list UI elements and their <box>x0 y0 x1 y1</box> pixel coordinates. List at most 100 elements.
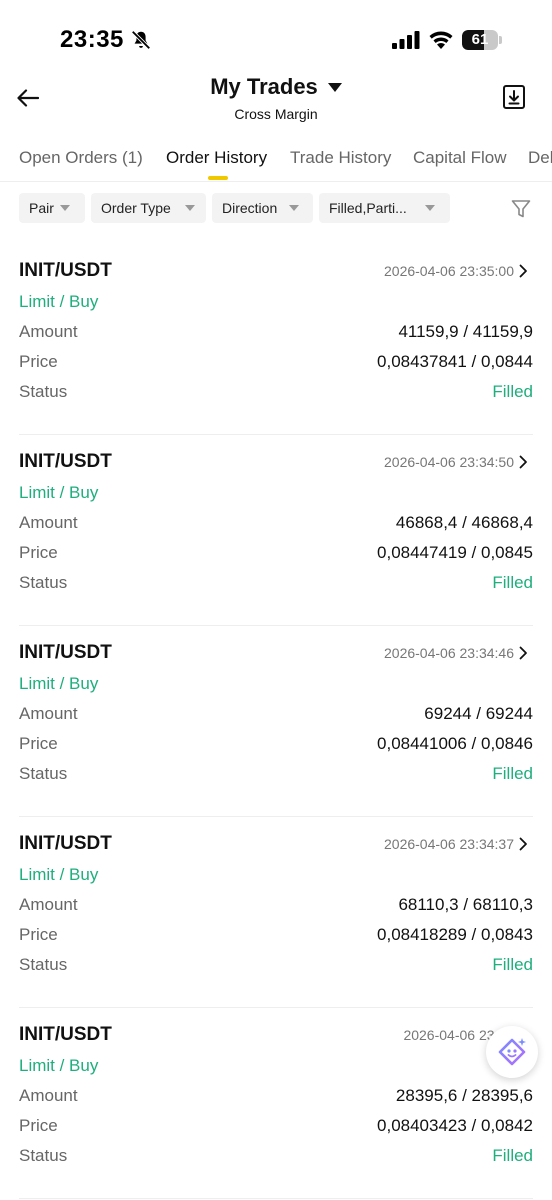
order-card[interactable]: INIT/USDT 2026-04-06 23:35:00 Limit / Bu… <box>0 244 552 435</box>
amount-label: Amount <box>19 322 78 341</box>
order-list: INIT/USDT 2026-04-06 23:35:00 Limit / Bu… <box>0 244 552 1199</box>
order-time: 2026-04-06 23:34:37 <box>384 836 514 852</box>
amount-label: Amount <box>19 704 78 723</box>
status-row: Status Filled <box>19 573 533 595</box>
order-pair: INIT/USDT <box>19 833 112 854</box>
order-type: Limit / Buy <box>19 483 99 502</box>
amount-row: Amount 28395,6 / 28395,6 <box>19 1086 533 1108</box>
price-value: 0,08447419 / 0,0845 <box>377 543 533 562</box>
tab-order-history[interactable]: Order History <box>166 148 267 168</box>
bell-muted-icon <box>131 30 151 50</box>
amount-value: 28395,6 / 28395,6 <box>395 1086 533 1105</box>
status-value: Filled <box>492 573 533 592</box>
divider <box>19 1198 533 1199</box>
order-type: Limit / Buy <box>19 292 99 311</box>
tab-bar: Open Orders (1) Order History Trade Hist… <box>0 140 552 182</box>
filter-order-type[interactable]: Order Type <box>91 193 206 223</box>
price-label: Price <box>19 734 58 753</box>
tab-trade-history[interactable]: Trade History <box>290 148 391 168</box>
order-pair: INIT/USDT <box>19 1024 112 1045</box>
chevron-right-icon <box>519 837 527 851</box>
amount-label: Amount <box>19 1086 78 1105</box>
battery-nub <box>499 36 502 44</box>
status-label: Status <box>19 1146 68 1165</box>
price-label: Price <box>19 352 58 371</box>
order-pair: INIT/USDT <box>19 451 112 472</box>
active-tab-indicator <box>208 176 228 180</box>
tab-more[interactable]: Del <box>528 148 552 168</box>
amount-value: 69244 / 69244 <box>424 704 533 723</box>
tab-open-orders[interactable]: Open Orders (1) <box>19 148 143 168</box>
filter-status-label: Filled,Parti... <box>329 200 407 216</box>
amount-label: Amount <box>19 513 78 532</box>
order-card[interactable]: INIT/USDT 2026-04-06 23:34:37 Limit / Bu… <box>0 817 552 1008</box>
battery-body: 61 <box>462 30 498 50</box>
status-value: Filled <box>492 382 533 401</box>
order-card[interactable]: INIT/USDT 2026-04-06 23:34:46 Limit / Bu… <box>0 626 552 817</box>
funnel-icon[interactable] <box>510 198 532 220</box>
download-button[interactable] <box>502 84 526 110</box>
order-type: Limit / Buy <box>19 865 99 884</box>
status-label: Status <box>19 764 68 783</box>
price-row: Price 0,08418289 / 0,0843 <box>19 925 533 947</box>
wifi-icon <box>429 31 453 49</box>
status-value: Filled <box>492 955 533 974</box>
amount-value: 46868,4 / 46868,4 <box>395 513 533 532</box>
amount-label: Amount <box>19 895 78 914</box>
page-subtitle: Cross Margin <box>234 106 318 122</box>
filter-status[interactable]: Filled,Parti... <box>319 193 450 223</box>
amount-row: Amount 68110,3 / 68110,3 <box>19 895 533 917</box>
status-row: Status Filled <box>19 764 533 786</box>
assistant-bot-icon <box>498 1038 526 1066</box>
filter-direction[interactable]: Direction <box>212 193 313 223</box>
order-type: Limit / Buy <box>19 1056 99 1075</box>
amount-value: 68110,3 / 68110,3 <box>398 895 533 914</box>
battery-indicator: 61 <box>462 30 502 50</box>
order-time: 2026-04-06 23:34:46 <box>384 645 514 661</box>
caret-down-icon <box>425 205 435 211</box>
status-row: Status Filled <box>19 955 533 977</box>
status-row: Status Filled <box>19 382 533 404</box>
tab-capital-flow[interactable]: Capital Flow <box>413 148 507 168</box>
caret-down-icon <box>60 205 70 211</box>
status-bar: 23:35 61 <box>0 0 552 80</box>
order-pair: INIT/USDT <box>19 642 112 663</box>
amount-row: Amount 41159,9 / 41159,9 <box>19 322 533 344</box>
order-card[interactable]: INIT/USDT 2026-04-06 23:34:50 Limit / Bu… <box>0 435 552 626</box>
battery-percent: 61 <box>471 31 489 48</box>
signal-icon <box>392 31 420 49</box>
price-label: Price <box>19 1116 58 1135</box>
price-row: Price 0,08447419 / 0,0845 <box>19 543 533 565</box>
order-time: 2026-04-06 23:34:50 <box>384 454 514 470</box>
status-label: Status <box>19 382 68 401</box>
price-label: Price <box>19 543 58 562</box>
status-row: Status Filled <box>19 1146 533 1168</box>
page-title: My Trades <box>210 74 318 99</box>
price-value: 0,08403423 / 0,0842 <box>377 1116 533 1135</box>
header: My Trades Cross Margin <box>0 70 552 130</box>
filter-bar: Pair Order Type Direction Filled,Parti..… <box>0 193 552 225</box>
caret-down-icon <box>327 82 342 92</box>
assistant-button[interactable] <box>486 1026 538 1078</box>
price-row: Price 0,08403423 / 0,0842 <box>19 1116 533 1138</box>
price-label: Price <box>19 925 58 944</box>
order-type: Limit / Buy <box>19 674 99 693</box>
filter-pair[interactable]: Pair <box>19 193 85 223</box>
filter-direction-label: Direction <box>222 200 278 216</box>
price-row: Price 0,08437841 / 0,0844 <box>19 352 533 374</box>
order-time: 2026-04-06 23:35:00 <box>384 263 514 279</box>
price-value: 0,08437841 / 0,0844 <box>377 352 533 371</box>
chevron-right-icon <box>519 455 527 469</box>
amount-row: Amount 46868,4 / 46868,4 <box>19 513 533 535</box>
amount-value: 41159,9 / 41159,9 <box>398 322 533 341</box>
price-value: 0,08418289 / 0,0843 <box>377 925 533 944</box>
caret-down-icon <box>185 205 195 211</box>
amount-row: Amount 69244 / 69244 <box>19 704 533 726</box>
filter-order-type-label: Order Type <box>101 200 171 216</box>
filter-pair-label: Pair <box>29 200 54 216</box>
order-card[interactable]: INIT/USDT 2026-04-06 23:34 Limit / Buy A… <box>0 1008 552 1199</box>
download-icon <box>503 85 525 109</box>
caret-down-icon <box>289 205 299 211</box>
status-time: 23:35 <box>60 26 124 53</box>
title-dropdown[interactable]: My Trades <box>0 74 552 100</box>
